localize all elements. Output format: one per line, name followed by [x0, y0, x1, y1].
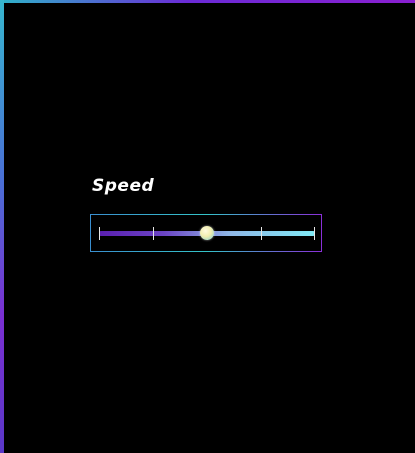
app-window: Speed [0, 0, 415, 453]
window-top-border [0, 0, 415, 3]
slider-tick [261, 227, 262, 240]
slider-tick [314, 227, 315, 240]
slider-thumb[interactable] [200, 226, 214, 240]
slider-tick [153, 227, 154, 240]
speed-label: Speed [92, 176, 155, 196]
slider-tick [99, 227, 100, 240]
window-left-border [0, 0, 4, 453]
speed-slider[interactable] [90, 214, 322, 252]
